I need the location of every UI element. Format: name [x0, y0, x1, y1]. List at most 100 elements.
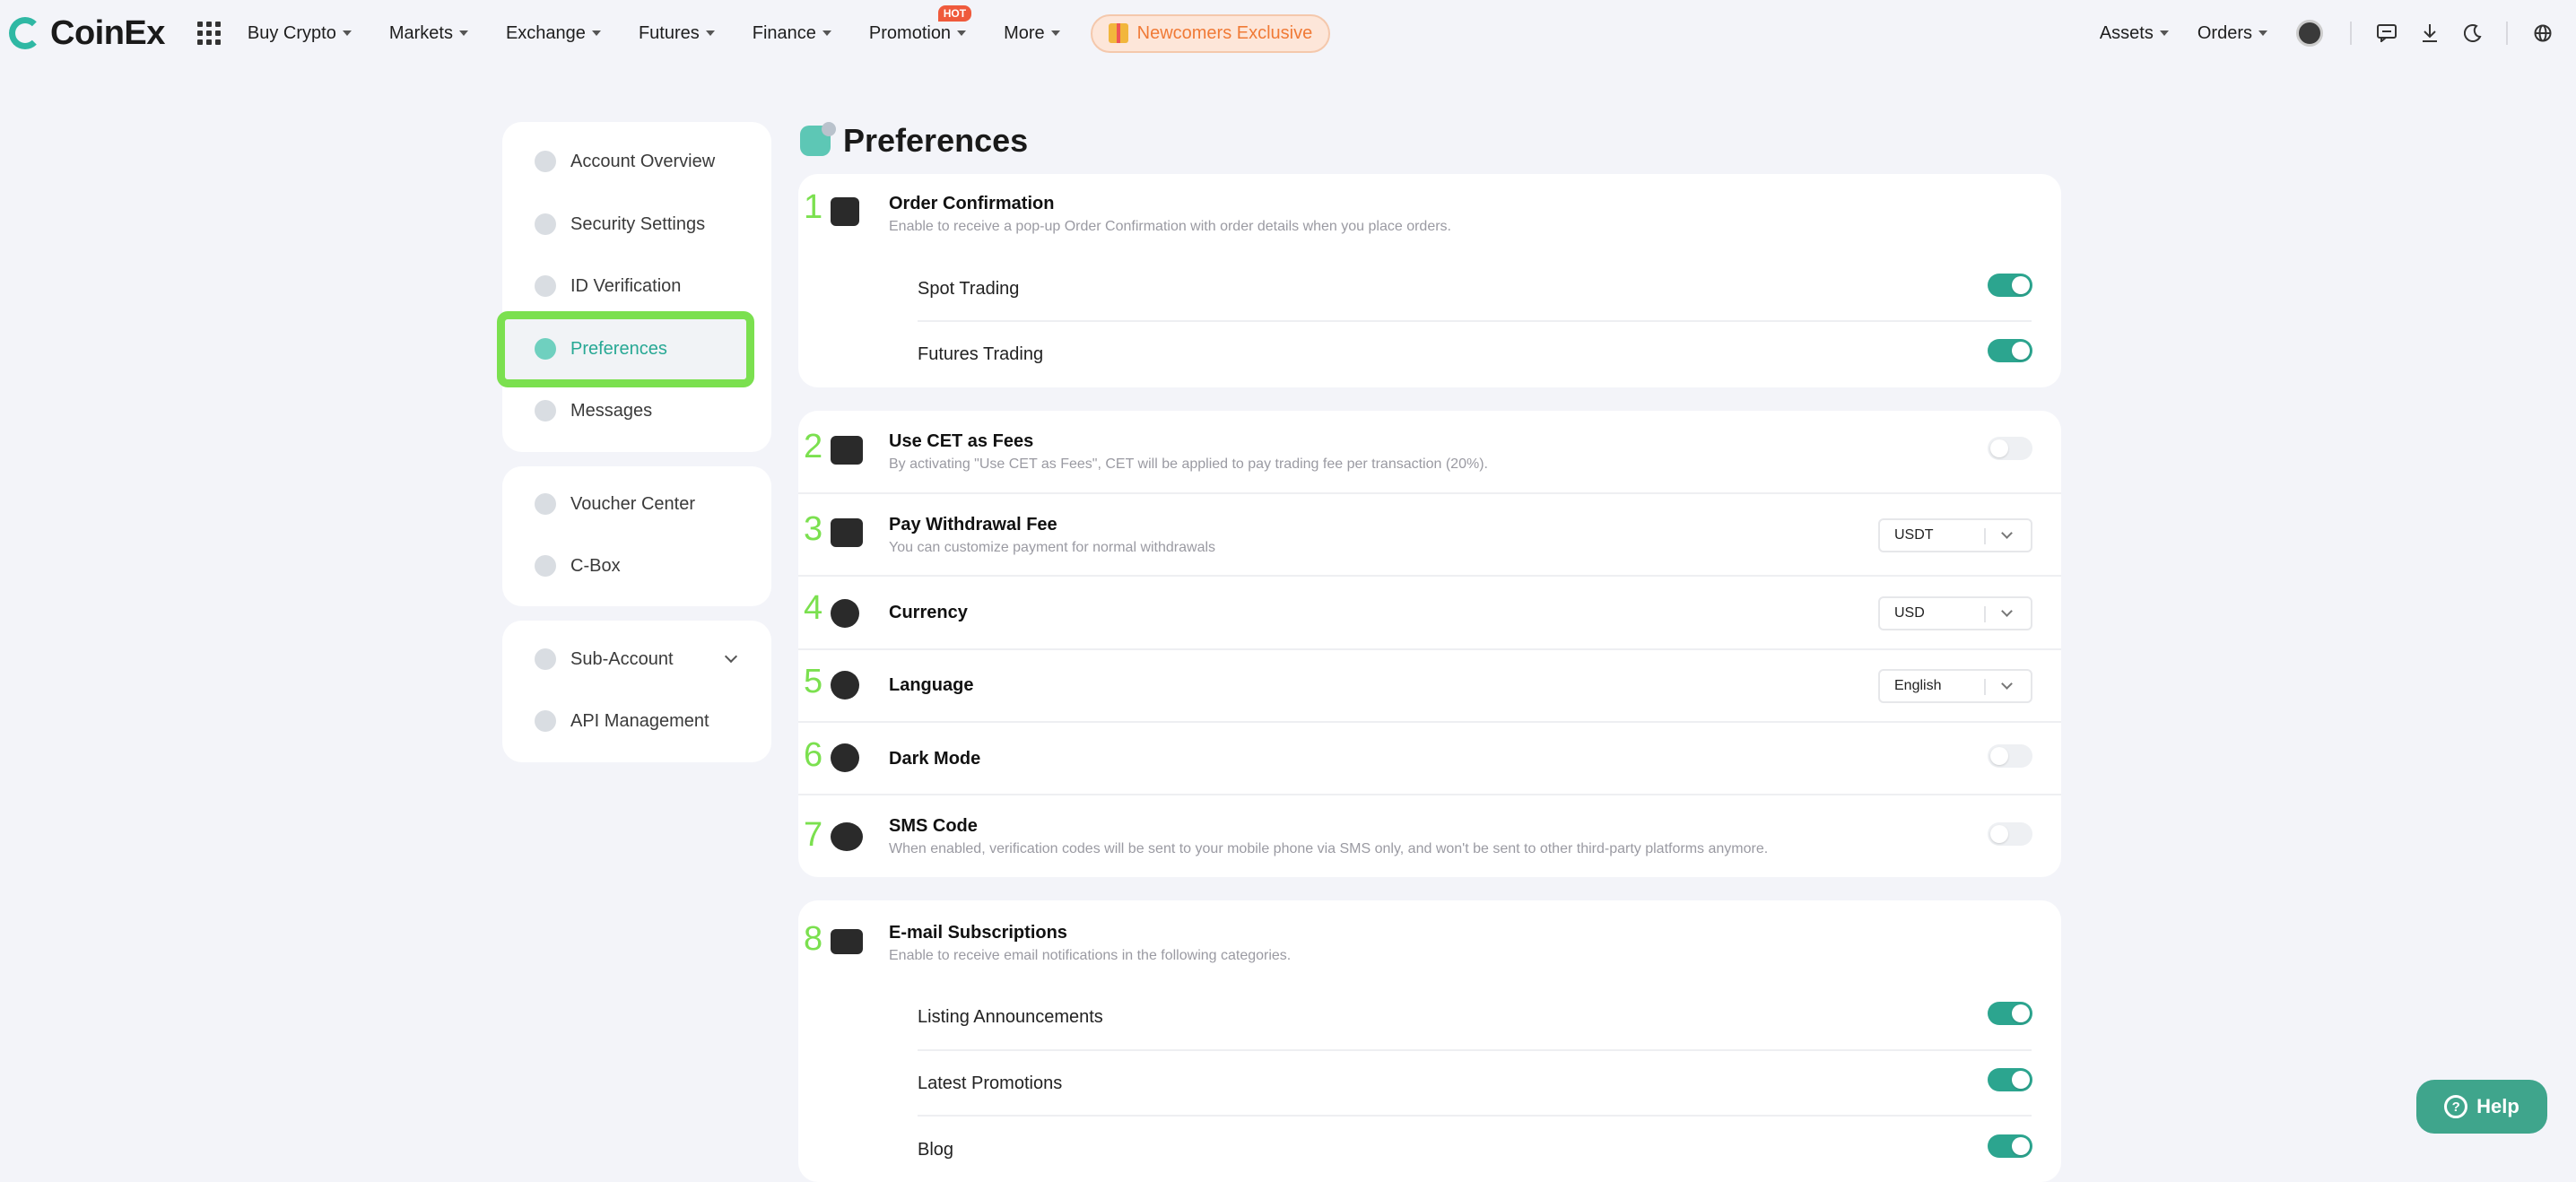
spot-trading-toggle[interactable] [1988, 274, 2032, 297]
clipboard-check-icon [831, 197, 859, 226]
caret-down-icon [1050, 30, 1060, 36]
marker-number: 1 [804, 188, 823, 226]
dark-mode-toggle[interactable] [1988, 744, 2032, 768]
help-button[interactable]: ? Help [2416, 1080, 2547, 1134]
listing-announcements-label: Listing Announcements [918, 1007, 1103, 1027]
help-icon: ? [2444, 1095, 2468, 1118]
currency-exchange-icon [831, 599, 859, 628]
avatar[interactable] [2296, 20, 2323, 47]
sidebar-item-api-management[interactable]: API Management [502, 696, 771, 746]
nav-assets[interactable]: Assets [2100, 23, 2169, 44]
chevron-down-icon [2001, 527, 2013, 539]
nav-markets[interactable]: Markets [389, 23, 468, 44]
withdrawal-fee-value: USDT [1894, 527, 1934, 543]
brand-name: CoinEx [50, 13, 165, 52]
dollar-fee-icon [831, 518, 863, 547]
caret-down-icon [458, 30, 468, 36]
divider [798, 648, 2061, 650]
sidebar-item-label: Account Overview [570, 151, 716, 171]
divider [798, 794, 2061, 795]
futures-trading-toggle[interactable] [1988, 339, 2032, 362]
cet-fees-toggle[interactable] [1988, 437, 2032, 460]
globe-icon[interactable] [2533, 23, 2553, 43]
language-value: English [1894, 678, 1942, 693]
caret-down-icon [705, 30, 715, 36]
dark-mode-title: Dark Mode [889, 749, 981, 769]
blog-label: Blog [918, 1140, 954, 1160]
sidebar-item-messages[interactable]: Messages [502, 386, 771, 436]
email-subscriptions-desc: Enable to receive email notifications in… [889, 948, 1292, 963]
futures-trading-label: Futures Trading [918, 344, 1044, 364]
settings-card [798, 411, 2061, 877]
nav-buy-crypto[interactable]: Buy Crypto [248, 23, 352, 44]
listing-announcements-toggle[interactable] [1988, 1002, 2032, 1025]
page-title: Preferences [800, 122, 1028, 160]
currency-select[interactable]: USD [1878, 596, 2032, 630]
api-icon [535, 710, 556, 732]
voucher-icon [535, 493, 556, 515]
currency-title: Currency [889, 603, 968, 622]
sidebar-item-voucher-center[interactable]: Voucher Center [502, 479, 771, 529]
caret-down-icon [342, 30, 352, 36]
marker-number: 4 [804, 589, 823, 627]
sms-code-title: SMS Code [889, 816, 978, 836]
marker-number: 5 [804, 663, 823, 700]
sidebar-item-id-verification[interactable]: ID Verification [502, 261, 771, 311]
sidebar-item-c-box[interactable]: C-Box [502, 541, 771, 591]
moon-star-icon [831, 743, 859, 772]
page-title-text: Preferences [843, 122, 1029, 159]
divider [798, 575, 2061, 577]
sidebar-item-preferences[interactable]: Preferences [502, 324, 771, 374]
nav-orders[interactable]: Orders [2197, 23, 2267, 44]
sidebar-item-sub-account[interactable]: Sub-Account [502, 634, 771, 684]
caret-down-icon [822, 30, 831, 36]
order-confirmation-desc: Enable to receive a pop-up Order Confirm… [889, 219, 1451, 234]
download-icon[interactable] [2420, 23, 2440, 43]
withdrawal-fee-desc: You can customize payment for normal wit… [889, 540, 1216, 555]
caret-down-icon [2159, 30, 2169, 36]
sidebar-item-label: Preferences [570, 338, 667, 359]
divider [918, 1049, 2032, 1051]
caret-down-icon [2258, 30, 2267, 36]
sidebar-item-label: Voucher Center [570, 493, 695, 514]
divider [798, 721, 2061, 723]
sms-code-desc: When enabled, verification codes will be… [889, 841, 1769, 856]
sms-chat-icon [831, 822, 863, 851]
withdrawal-fee-select[interactable]: USDT [1878, 518, 2032, 552]
latest-promotions-toggle[interactable] [1988, 1068, 2032, 1091]
preferences-icon [800, 122, 836, 156]
blog-toggle[interactable] [1988, 1134, 2032, 1158]
nav-finance[interactable]: Finance [753, 23, 831, 44]
coinex-logo[interactable]: CoinEx [9, 14, 165, 53]
divider [2506, 22, 2508, 45]
language-select[interactable]: English [1878, 669, 2032, 703]
marker-number: 7 [804, 816, 823, 854]
preferences-icon [535, 338, 556, 360]
sidebar-item-security-settings[interactable]: Security Settings [502, 199, 771, 249]
caret-down-icon [591, 30, 601, 36]
order-confirmation-title: Order Confirmation [889, 194, 1055, 213]
nav-right: Assets Orders [2100, 0, 2576, 66]
cbox-icon [535, 555, 556, 577]
sidebar-item-label: Security Settings [570, 213, 706, 234]
chat-icon[interactable] [2377, 23, 2397, 43]
sub-account-icon [535, 648, 556, 670]
nav-more[interactable]: More [1004, 23, 1060, 44]
id-icon [535, 275, 556, 297]
apps-grid-icon[interactable] [196, 22, 221, 45]
sidebar-item-account-overview[interactable]: Account Overview [502, 136, 771, 187]
top-nav: CoinEx Buy Crypto Markets Exchange Futur… [0, 0, 2576, 66]
divider [2350, 22, 2352, 45]
nav-promotion[interactable]: Promotion HOT [869, 4, 972, 44]
pie-chart-icon [535, 151, 556, 172]
nav-exchange[interactable]: Exchange [506, 23, 601, 44]
coinex-logo-icon [9, 17, 41, 49]
nav-futures[interactable]: Futures [639, 23, 715, 44]
newcomers-exclusive-button[interactable]: Newcomers Exclusive [1090, 13, 1331, 53]
divider [918, 1115, 2032, 1117]
moon-icon[interactable] [2463, 23, 2483, 43]
chevron-down-icon [2001, 678, 2013, 690]
sms-code-toggle[interactable] [1988, 822, 2032, 846]
chevron-down-icon[interactable] [724, 649, 738, 664]
cet-fees-title: Use CET as Fees [889, 431, 1034, 451]
